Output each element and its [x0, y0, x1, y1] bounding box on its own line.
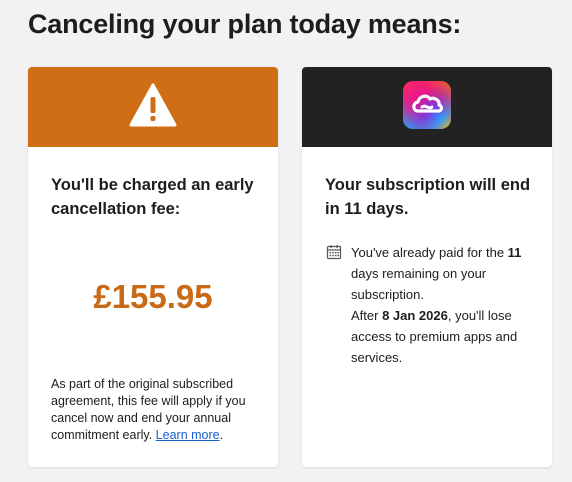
paid-days-suffix: days remaining on your subscription.	[351, 266, 487, 302]
fee-note-suffix: .	[219, 428, 224, 442]
access-end-prefix: After	[351, 308, 383, 323]
access-end-line: After 8 Jan 2026, you'll lose access to …	[351, 305, 541, 368]
paid-days-count: 11	[507, 245, 522, 260]
creative-cloud-header	[302, 67, 552, 147]
subscription-detail: You've already paid for the 11 days rema…	[326, 242, 541, 368]
paid-days-prefix: You've already paid for the	[351, 245, 508, 260]
paid-days-line: You've already paid for the 11 days rema…	[351, 242, 541, 305]
warning-header	[28, 67, 278, 147]
warning-icon	[129, 83, 177, 132]
creative-cloud-icon	[403, 80, 451, 134]
learn-more-link[interactable]: Learn more	[156, 428, 220, 442]
subscription-detail-text: You've already paid for the 11 days rema…	[351, 242, 541, 368]
fee-note: As part of the original subscribed agree…	[51, 376, 263, 444]
fee-heading: You'll be charged an early cancellation …	[51, 176, 254, 218]
calendar-icon	[326, 244, 342, 368]
fee-amount: £155.95	[93, 278, 213, 315]
subscription-heading: Your subscription will end in 11 days.	[325, 176, 531, 218]
cancellation-fee-card: You'll be charged an early cancellation …	[28, 67, 278, 467]
subscription-end-card: Your subscription will end in 11 days. Y…	[302, 67, 552, 467]
access-end-date: 8 Jan 2026	[382, 308, 448, 323]
page-title: Canceling your plan today means:	[28, 9, 462, 39]
